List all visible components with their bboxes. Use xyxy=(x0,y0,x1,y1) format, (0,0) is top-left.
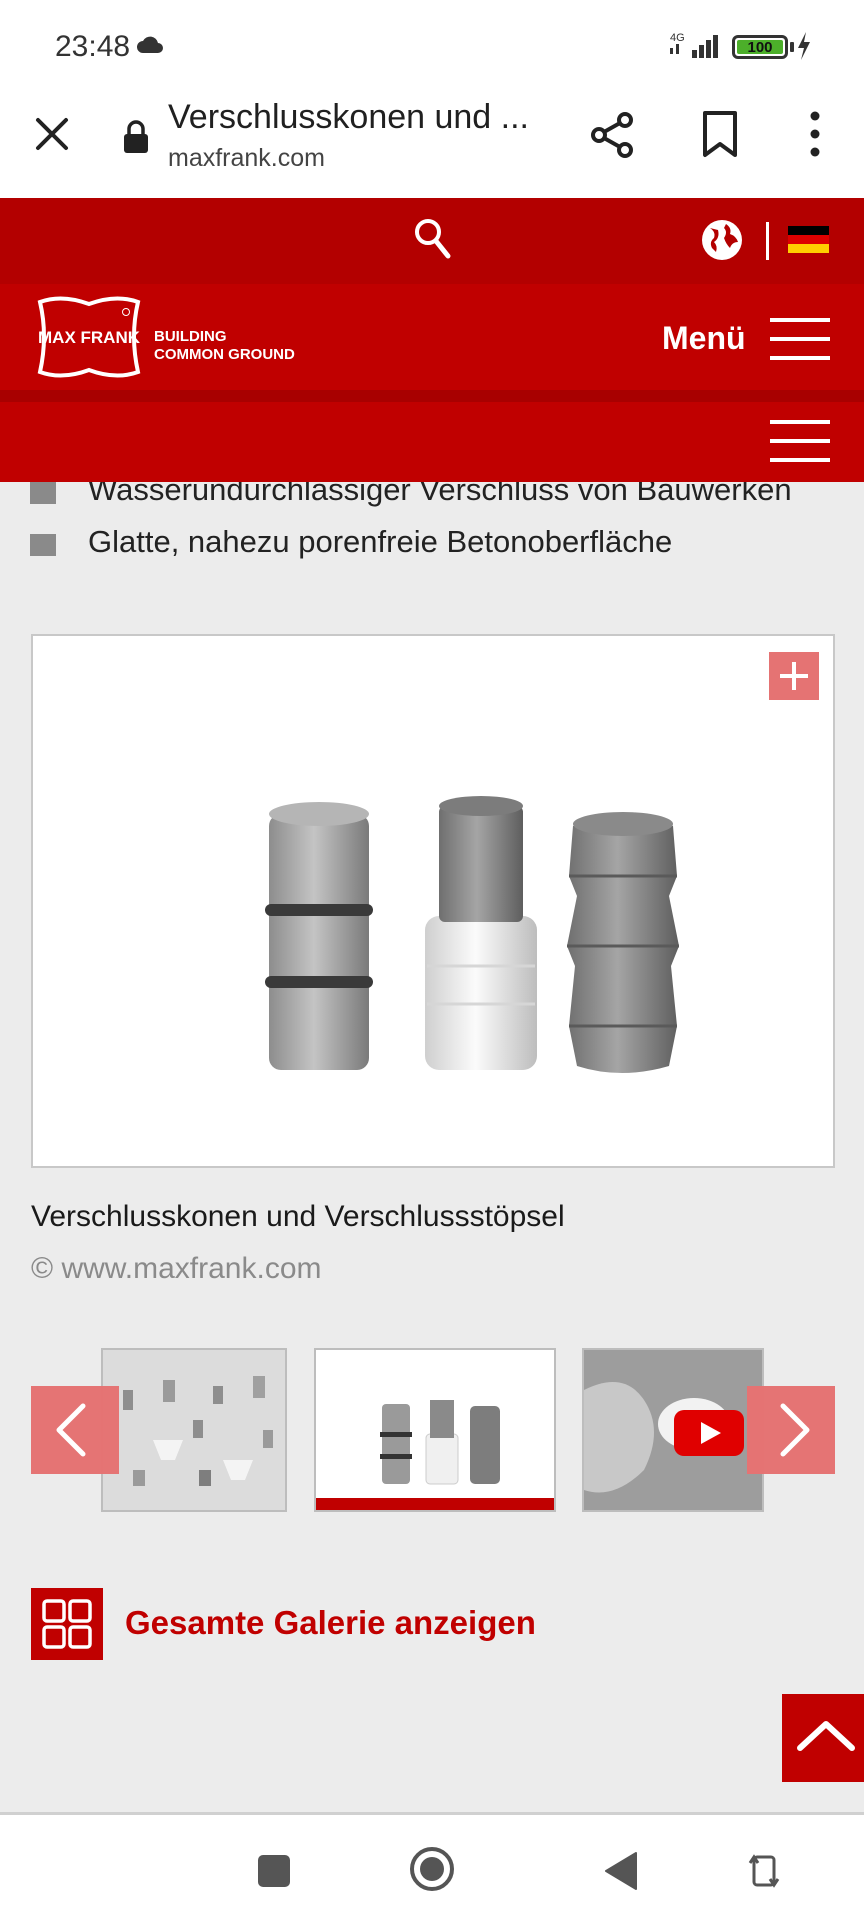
tagline-line-1: BUILDING xyxy=(154,328,227,345)
sub-menu-icon[interactable] xyxy=(770,418,830,464)
back-button[interactable] xyxy=(604,1851,638,1891)
battery-tip xyxy=(790,42,794,52)
back-to-top-button[interactable] xyxy=(782,1694,864,1782)
list-bullet xyxy=(30,534,56,556)
cloud-icon xyxy=(137,36,163,53)
image-copyright: © www.maxfrank.com xyxy=(31,1252,322,1285)
gallery-video-thumbnail[interactable] xyxy=(582,1348,764,1512)
youtube-play-icon[interactable] xyxy=(674,1410,744,1456)
signal-icon: 4G xyxy=(670,32,718,58)
search-icon[interactable] xyxy=(412,216,452,262)
active-thumbnail-indicator xyxy=(316,1498,554,1510)
close-tab-button[interactable] xyxy=(30,112,74,156)
system-navigation-bar xyxy=(0,1812,864,1920)
sub-navigation-bar xyxy=(0,402,864,482)
max-frank-logo[interactable]: MAX FRANK xyxy=(34,296,144,378)
header-divider xyxy=(0,390,864,402)
gallery-grid-icon[interactable] xyxy=(31,1588,103,1660)
browser-toolbar: Verschlusskonen und ... maxfrank.com xyxy=(0,90,864,198)
thumbnail-product-cones xyxy=(380,1400,500,1485)
germany-flag-icon[interactable] xyxy=(788,226,829,253)
site-tagline: BUILDING COMMON GROUND xyxy=(154,328,295,364)
globe-icon[interactable] xyxy=(700,218,744,262)
show-full-gallery-link[interactable]: Gesamte Galerie anzeigen xyxy=(125,1604,536,1642)
gallery-prev-arrow[interactable] xyxy=(31,1386,119,1474)
image-caption: Verschlusskonen und Verschlussstöpsel xyxy=(31,1200,565,1233)
network-type-label: 4G xyxy=(670,32,685,44)
site-header: MAX FRANK BUILDING COMMON GROUND Menü xyxy=(0,284,864,390)
battery-icon: 100 xyxy=(732,35,788,59)
product-image-cones xyxy=(265,796,679,1073)
tagline-line-2: COMMON GROUND xyxy=(154,346,295,363)
list-bullet xyxy=(30,482,56,504)
feature-item: Wasserundurchlässiger Verschluss von Bau… xyxy=(88,482,792,507)
hamburger-menu-icon[interactable] xyxy=(770,316,830,362)
gallery-thumbnail-active[interactable] xyxy=(314,1348,556,1512)
battery-level: 100 xyxy=(737,39,783,56)
page-content: Wasserundurchlässiger Verschluss von Bau… xyxy=(0,482,864,1812)
site-utility-bar xyxy=(0,198,864,284)
thumbnail-products-scattered xyxy=(103,1350,285,1510)
gallery-next-arrow[interactable] xyxy=(747,1386,835,1474)
feature-item: Glatte, nahezu porenfreie Betonoberfläch… xyxy=(88,524,673,559)
charging-bolt-icon xyxy=(798,32,810,60)
status-bar: 23:48 4G 100 xyxy=(0,0,864,90)
lock-icon xyxy=(124,120,148,153)
page-domain[interactable]: maxfrank.com xyxy=(168,144,325,173)
flag-stripe-red xyxy=(788,235,829,244)
home-button[interactable] xyxy=(408,1845,456,1893)
more-options-button[interactable] xyxy=(800,108,830,160)
gallery-main-image[interactable] xyxy=(31,634,835,1168)
status-time: 23:48 xyxy=(55,30,131,63)
page-title[interactable]: Verschlusskonen und ... xyxy=(168,98,529,137)
flag-stripe-black xyxy=(788,226,829,235)
gallery-thumbnail[interactable] xyxy=(101,1348,287,1512)
zoom-plus-icon[interactable] xyxy=(769,652,819,700)
flag-stripe-gold xyxy=(788,244,829,253)
logo-text: MAX FRANK xyxy=(38,328,141,347)
share-button[interactable] xyxy=(590,112,636,158)
recent-apps-button[interactable] xyxy=(258,1855,290,1887)
menu-label[interactable]: Menü xyxy=(662,320,746,357)
bookmark-button[interactable] xyxy=(700,110,740,158)
language-separator xyxy=(766,222,769,260)
rotate-screen-icon[interactable] xyxy=(748,1849,780,1893)
